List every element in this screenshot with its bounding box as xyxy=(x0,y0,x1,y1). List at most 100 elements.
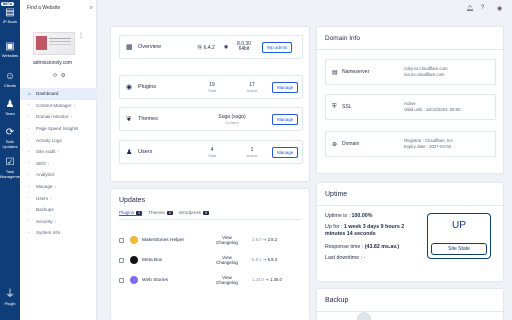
sidebar-item-manage[interactable]: ◦ Manage › xyxy=(20,181,97,193)
settings-icon[interactable]: ⚙ xyxy=(61,73,69,79)
beta-badge: BETA xyxy=(1,2,15,6)
view-changelog-link[interactable]: View Changelog xyxy=(216,255,238,266)
refresh-icon[interactable]: ⟳ xyxy=(53,73,61,79)
plugin-icon: ◉ xyxy=(126,84,133,91)
nav-icon: ◦ xyxy=(28,148,30,155)
domain-info-title: Domain Info xyxy=(325,35,361,42)
nav-icon: ◦ xyxy=(28,229,30,236)
globe-icon: ▣ xyxy=(5,41,15,52)
status-up: UP xyxy=(452,220,466,231)
refresh-icon: ⟳ xyxy=(5,127,15,138)
last-downtime: Last downtime : - xyxy=(325,255,366,261)
backup-loader xyxy=(357,312,371,320)
users-total: 4 xyxy=(210,146,214,153)
plugin-name: Meta Box xyxy=(142,257,163,263)
rail-team[interactable]: ♟ Team xyxy=(0,100,20,117)
update-checkbox[interactable] xyxy=(119,277,124,283)
theme-icon: ❦ xyxy=(126,116,132,123)
nameserver-row: ▤ Nameserver coby.ns.cloudflare.com nia.n… xyxy=(325,59,496,85)
php-icon: ◉ xyxy=(223,44,229,50)
server-icon: ▤ xyxy=(332,69,338,76)
domain-row: ⊕ Domain Registrar : Cloudflare, Inc Expi… xyxy=(325,131,496,157)
plugins-total: 19 xyxy=(209,81,215,88)
update-row: MakeStories Helper View Changelog 2.8.0 ➜ 2… xyxy=(119,231,303,249)
nav-icon: ◦ xyxy=(28,113,30,120)
account-icon[interactable]: ◉ xyxy=(497,5,502,12)
nav-icon: ◦ xyxy=(28,195,30,202)
sidebar-item-activity-logs[interactable]: ◦ Activity Logs xyxy=(20,134,97,146)
sidebar-item-domain-monitor[interactable]: ◦ Domain Monitor › xyxy=(20,111,97,123)
domain-info-card: Domain Info ▤ Nameserver coby.ns.cloudfl… xyxy=(316,26,504,174)
update-row: Meta Box View Changelog 5.9.2 ➜ 5.9.3 xyxy=(119,251,303,269)
chevron-right-icon: › xyxy=(54,184,57,190)
help-icon[interactable]: ? xyxy=(481,5,484,11)
php-bits: 64bit xyxy=(238,46,250,52)
plugin-name: MakeStories Helper xyxy=(142,237,185,243)
tab-wordpress[interactable]: Wordpress 0 xyxy=(179,210,210,216)
rail-bulk-updates[interactable]: ⟳ Bulk Updates xyxy=(0,127,20,150)
sidebar-item-content-manager[interactable]: ◦ Content Manager › xyxy=(20,100,97,112)
version-change: 5.9.2 ➜ 5.9.3 xyxy=(252,257,278,262)
users-manage-button[interactable]: Manage xyxy=(272,146,299,158)
nav-icon: ◦ xyxy=(28,218,30,225)
rail-plugin[interactable]: ⏚ Plugin xyxy=(0,289,20,307)
sidebar-item-site-audit[interactable]: ◦ Site Audit › xyxy=(20,146,97,158)
uptime-duration: 1 week 3 days 9 hours 2 xyxy=(343,224,405,230)
nav-icon: ◦ xyxy=(28,160,30,167)
themes-row: ❦ Themes Suga (suga) Current Manage xyxy=(119,107,303,131)
plugin-logo-icon xyxy=(130,236,138,244)
more-options-icon[interactable]: ⋮ xyxy=(78,32,84,39)
users-icon: ♟ xyxy=(126,149,133,156)
rail-websites[interactable]: ▣ Websites xyxy=(0,41,20,59)
site-state-badge: UP Site State xyxy=(427,213,491,259)
sidebar-item-seo[interactable]: ◦ SEO › xyxy=(20,158,97,170)
book-icon: ▤ xyxy=(5,7,15,18)
update-checkbox[interactable] xyxy=(119,237,124,243)
sidebar-item-system-info[interactable]: ◦ System Info xyxy=(20,227,97,239)
rail-ipbook[interactable]: ▤ IP-Book xyxy=(0,7,20,25)
sidebar-item-backups[interactable]: ◦ Backups xyxy=(20,204,97,216)
uptime-percent: 100.00% xyxy=(351,213,373,219)
users-active: 1 xyxy=(250,146,254,153)
overview-row: ▦ Overview Ⓦ 6.4.2 ◉ 8.0.30 64bit Wp admi… xyxy=(119,35,303,59)
users-row: ♟ Users 4 Total 1 Active Manage xyxy=(119,140,303,164)
view-changelog-link[interactable]: View Changelog xyxy=(216,275,238,286)
sidebar-nav: ⌂ Dashboard ◦ Content Manager › ◦ Domain Monit… xyxy=(20,88,97,239)
plugins-row: ◉ Plugins 19 Total 17 Active Manage xyxy=(119,75,303,99)
sidebar-item-security[interactable]: ◦ Security › xyxy=(20,216,97,228)
chevron-right-icon: › xyxy=(70,114,72,120)
nav-icon: ◦ xyxy=(28,171,30,178)
version-change: 1.34.0 ➜ 1.35.0 xyxy=(252,277,282,282)
sidebar-item-page-speed-insights[interactable]: ◦ Page Speed Insights xyxy=(20,123,97,135)
sidebar-item-users[interactable]: ◦ Users › xyxy=(20,192,97,204)
shield-icon: ⛨ xyxy=(332,103,337,110)
grid-icon: ▦ xyxy=(126,44,133,51)
search-box[interactable]: Find a Website ⌕ xyxy=(27,5,93,14)
update-checkbox[interactable] xyxy=(119,257,124,263)
tab-plugins[interactable]: Plugins 3 xyxy=(119,210,143,216)
search-input[interactable]: Find a Website xyxy=(27,5,60,11)
notifications-icon[interactable]: 🔔︎ xyxy=(466,5,474,12)
sidebar-item-dashboard[interactable]: ⌂ Dashboard xyxy=(20,88,97,100)
search-icon[interactable]: ⌕ xyxy=(90,5,93,12)
rail-task-management[interactable]: ☑ Task Management xyxy=(0,158,23,180)
themes-manage-button[interactable]: Manage xyxy=(272,113,299,125)
current-theme: Suga (suga) xyxy=(218,113,246,120)
site-thumbnail[interactable] xyxy=(33,32,75,55)
nav-icon: ◦ xyxy=(28,183,30,190)
tab-themes[interactable]: Themes 0 xyxy=(148,210,173,216)
nav-icon: ⌂ xyxy=(28,90,32,97)
version-change: 2.8.0 ➜ 2.8.2 xyxy=(252,237,278,242)
site-state-label: Site State xyxy=(431,243,487,255)
wordpress-icon: Ⓦ xyxy=(197,44,203,51)
rail-clients[interactable]: ☺ Clients xyxy=(0,72,20,89)
view-changelog-link[interactable]: View Changelog xyxy=(216,235,238,246)
wp-admin-button[interactable]: Wp admin xyxy=(262,41,293,53)
update-row: Web Stories View Changelog 1.34.0 ➜ 1.35.0 xyxy=(119,271,303,289)
sidebar-item-analytics[interactable]: ◦ Analytics xyxy=(20,169,97,181)
site-url[interactable]: admissionsly.com xyxy=(33,60,72,66)
chevron-right-icon: › xyxy=(54,218,57,224)
plug-icon: ⏚ xyxy=(5,289,15,300)
plugins-manage-button[interactable]: Manage xyxy=(272,81,299,93)
chevron-right-icon: › xyxy=(73,102,76,108)
